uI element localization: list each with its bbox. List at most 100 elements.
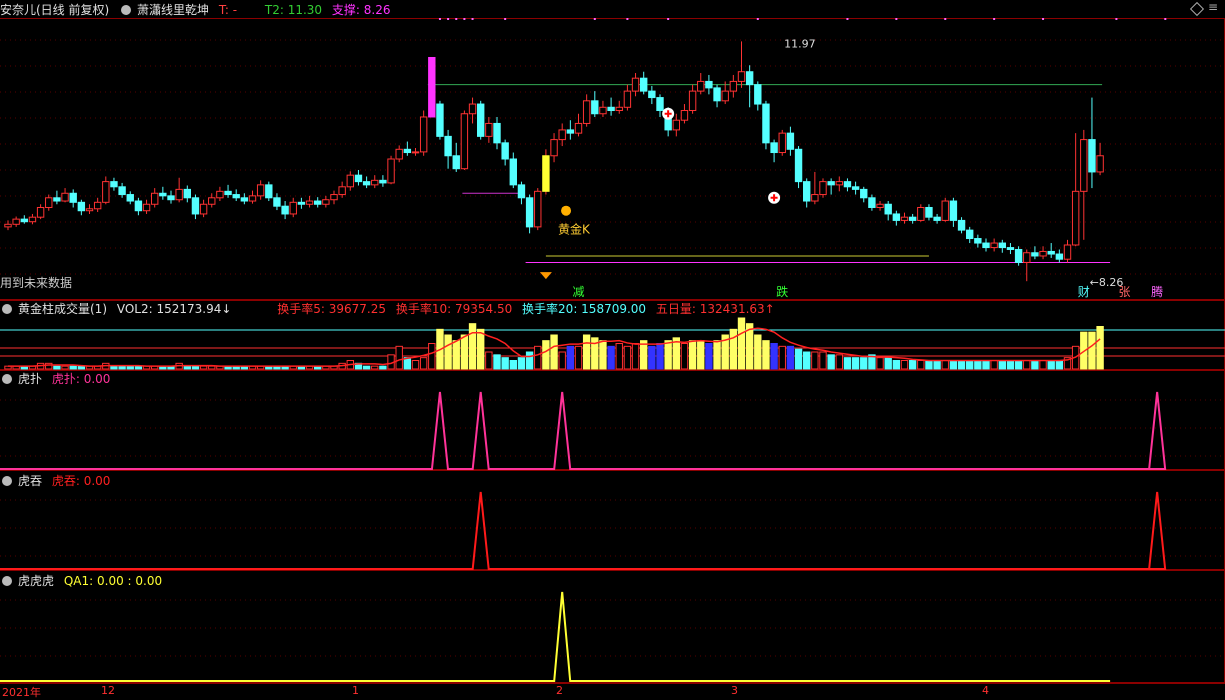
volume-bar	[419, 357, 428, 370]
volume-chart[interactable]	[0, 300, 1225, 370]
huhuhu-chart[interactable]	[0, 570, 1225, 683]
candle-body	[900, 216, 909, 221]
volume-bar	[126, 365, 134, 370]
signal-dot	[447, 18, 450, 20]
signal-dot	[593, 18, 596, 20]
candle-body	[493, 122, 501, 144]
candle-body	[102, 181, 110, 203]
x-axis: 2021年 12 1 2 3 4	[0, 683, 1225, 699]
candle-body	[395, 148, 403, 160]
candle-body	[183, 188, 192, 199]
signal-dot	[1115, 18, 1118, 20]
x-label-4: 4	[982, 684, 989, 697]
candle-body	[232, 194, 240, 199]
candle-body	[517, 184, 526, 199]
candle-body	[428, 56, 436, 118]
volume-bar	[786, 345, 795, 370]
candle-body	[4, 223, 12, 228]
candle-body	[542, 155, 550, 192]
candle-body	[892, 213, 901, 221]
candle-body	[77, 201, 86, 212]
hupu-chart[interactable]	[0, 370, 1225, 470]
candle-body	[648, 90, 656, 99]
volume-bar	[884, 357, 892, 370]
signal-dot	[471, 18, 474, 20]
candle-body	[85, 208, 94, 212]
volume-bar	[1031, 360, 1039, 370]
candle-body	[721, 90, 729, 102]
candle-body	[411, 151, 420, 154]
x-label-1: 1	[352, 684, 359, 697]
volume-bar	[199, 365, 208, 370]
candle-body	[93, 201, 102, 210]
volume-bar	[525, 351, 534, 370]
candle-body	[1023, 252, 1031, 263]
volume-bar	[444, 334, 452, 370]
candle-body	[1096, 155, 1104, 173]
signal-dot	[438, 18, 441, 20]
candle-body	[680, 110, 689, 121]
candle-body	[297, 201, 306, 205]
candle-body	[1063, 244, 1072, 260]
volume-bar	[379, 365, 387, 370]
signal-dot	[667, 18, 670, 20]
candle-body	[582, 100, 591, 124]
huhuhu-signal-line	[0, 591, 1111, 682]
volume-bar	[550, 334, 558, 370]
volume-bar	[974, 360, 982, 370]
candle-body	[281, 205, 289, 215]
volume-bar	[77, 365, 86, 370]
candle-body	[925, 206, 933, 218]
candle-body	[110, 181, 118, 188]
candle-body	[1088, 139, 1096, 173]
candle-body	[12, 218, 20, 225]
candle-body	[1071, 190, 1080, 246]
volume-bar	[680, 343, 689, 370]
price-chart[interactable]: 黄金K11.97←8.26减跌财张腾	[0, 0, 1225, 300]
candle-body	[990, 242, 998, 249]
volume-bar	[411, 360, 420, 370]
candle-body	[770, 142, 778, 154]
candle-body	[322, 199, 330, 205]
signal-sign_die: 跌	[776, 284, 788, 299]
candle-body	[623, 90, 632, 108]
volume-bar	[949, 360, 958, 370]
hutun-chart[interactable]	[0, 470, 1225, 570]
volume-bar	[1039, 360, 1047, 370]
candle-body	[305, 200, 314, 205]
volume-bar	[851, 357, 860, 370]
volume-bar	[69, 365, 77, 370]
volume-bar	[697, 340, 705, 370]
x-label-2: 2	[556, 684, 563, 697]
candle-body	[998, 242, 1006, 249]
volume-bar	[811, 351, 819, 370]
volume-bar	[371, 365, 379, 370]
candle-body	[574, 122, 583, 134]
candle-body	[28, 216, 37, 223]
volume-bar	[640, 340, 648, 370]
candle-body	[1039, 250, 1047, 257]
signal-dot	[846, 18, 849, 20]
candle-body	[330, 194, 338, 201]
volume-bar	[1047, 360, 1055, 370]
candle-body	[941, 200, 949, 221]
candle-body	[762, 103, 770, 144]
volume-bar	[1055, 360, 1064, 370]
candle-body	[737, 71, 746, 82]
volume-bar	[835, 354, 843, 370]
volume-bar	[517, 357, 526, 370]
golden-k-label: 黄金K	[558, 221, 591, 236]
volume-bar	[794, 348, 803, 370]
candle-body	[403, 148, 412, 154]
candle-body	[803, 181, 811, 202]
candle-body	[1031, 252, 1039, 257]
hutun-panel: 虎吞 虎吞: 0.00	[0, 470, 1225, 570]
candle-body	[20, 218, 29, 223]
candle-body	[794, 148, 803, 183]
candle-body	[558, 129, 566, 141]
volume-bar	[892, 360, 901, 370]
volume-bar	[428, 343, 436, 370]
candle-body	[933, 216, 941, 221]
signal-dot	[504, 18, 507, 20]
candle-body	[240, 197, 249, 202]
